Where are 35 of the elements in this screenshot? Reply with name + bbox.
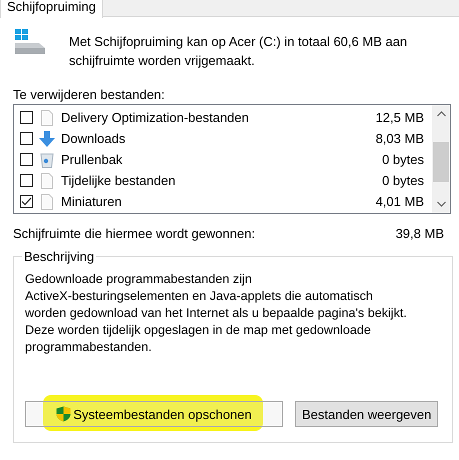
- description-text: Gedownloade programmabestanden zijn ActiveX-besturingselementen en Java-applets die automatisch worden gedownload van het Internet als u bepaalde pagina's bekijkt. Deze worden tijdelijk opgeslagen in de map met gedownloade programmabestanden.: [25, 271, 408, 356]
- scroll-up-icon[interactable]: [436, 111, 446, 117]
- file-name[interactable]: Tijdelijke bestanden: [61, 173, 382, 188]
- files-label: Te verwijderen bestanden:: [13, 87, 166, 102]
- checkbox[interactable]: [20, 111, 33, 124]
- gained-value: 39,8 MB: [396, 226, 444, 241]
- gained-label: Schijfruimte die hiermee wordt gewonnen:: [13, 226, 256, 241]
- file-icon: [39, 172, 55, 188]
- drive-icon: [15, 29, 45, 55]
- action-button[interactable]: Systeembestanden opschonen: [25, 401, 283, 427]
- summary-text: Met Schijfopruiming kan op Acer (C:) in totaal 60,6 MB aan schijfruimte worden vrijgemaakt.: [69, 33, 408, 70]
- file-icon: [39, 194, 55, 210]
- action-button[interactable]: Bestanden weergeven: [295, 401, 438, 427]
- download-arrow-icon: [39, 130, 55, 146]
- file-size: 8,03 MB: [376, 131, 424, 146]
- checkbox[interactable]: [20, 132, 33, 145]
- group-title: Beschrijving: [22, 249, 96, 264]
- file-icon: [39, 110, 55, 126]
- file-name[interactable]: Prullenbak: [61, 152, 382, 167]
- shield-icon: [56, 406, 72, 422]
- recycle-bin-icon: [39, 152, 55, 168]
- file-size: 12,5 MB: [376, 110, 424, 125]
- file-size: 4,01 MB: [376, 194, 424, 209]
- scroll-down-icon[interactable]: [436, 201, 446, 207]
- file-size: 0 bytes: [382, 152, 424, 167]
- file-size: 0 bytes: [382, 173, 424, 188]
- file-name[interactable]: Downloads: [61, 131, 376, 146]
- checkbox[interactable]: [20, 153, 33, 166]
- tab[interactable]: Schijfopruiming: [0, 0, 103, 18]
- scroll-thumb[interactable]: [433, 142, 449, 182]
- checkbox[interactable]: [20, 174, 33, 187]
- file-name[interactable]: Miniaturen: [61, 194, 376, 209]
- checkbox[interactable]: [20, 195, 33, 208]
- file-name[interactable]: Delivery Optimization-bestanden: [61, 110, 376, 125]
- scrollbar[interactable]: [432, 105, 450, 213]
